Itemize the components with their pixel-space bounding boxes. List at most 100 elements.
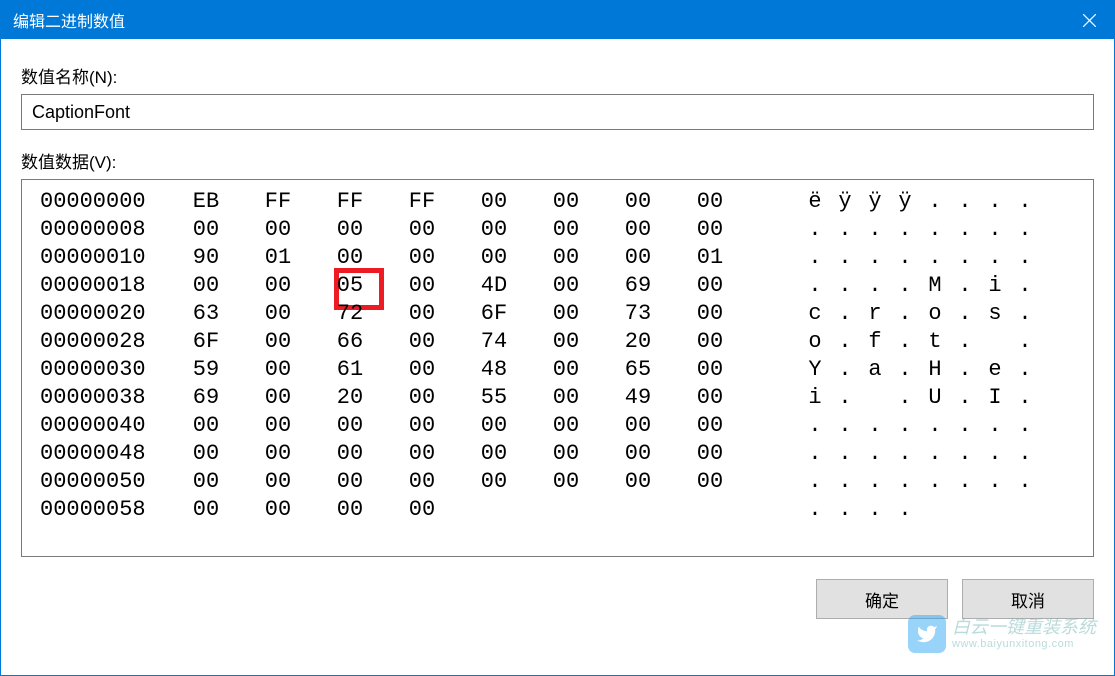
hex-byte[interactable]: 00 — [530, 244, 602, 272]
hex-byte[interactable]: 00 — [386, 356, 458, 384]
hex-byte[interactable]: 00 — [530, 216, 602, 244]
hex-byte[interactable]: 00 — [674, 468, 746, 496]
hex-byte[interactable]: 00 — [602, 468, 674, 496]
hex-byte[interactable]: 00 — [458, 468, 530, 496]
hex-byte[interactable]: 00 — [602, 412, 674, 440]
hex-byte[interactable]: 00 — [458, 440, 530, 468]
ok-button[interactable]: 确定 — [816, 579, 948, 619]
hex-byte[interactable]: 59 — [170, 356, 242, 384]
hex-byte[interactable]: 90 — [170, 244, 242, 272]
cancel-button[interactable]: 取消 — [962, 579, 1094, 619]
hex-byte[interactable]: 00 — [386, 384, 458, 412]
hex-byte[interactable]: 00 — [242, 412, 314, 440]
hex-byte[interactable]: 00 — [386, 496, 458, 524]
hex-byte[interactable]: 00 — [314, 412, 386, 440]
hex-byte[interactable]: 00 — [530, 440, 602, 468]
hex-byte[interactable]: 00 — [674, 188, 746, 216]
hex-byte[interactable]: 00 — [602, 216, 674, 244]
hex-byte[interactable]: 00 — [386, 216, 458, 244]
hex-byte[interactable]: 00 — [674, 384, 746, 412]
hex-byte[interactable]: 00 — [530, 300, 602, 328]
hex-byte[interactable]: 00 — [314, 496, 386, 524]
hex-byte[interactable]: 00 — [386, 272, 458, 300]
hex-byte[interactable]: 00 — [530, 468, 602, 496]
hex-byte[interactable]: 00 — [530, 412, 602, 440]
hex-byte[interactable]: 00 — [314, 244, 386, 272]
hex-byte[interactable]: 00 — [386, 412, 458, 440]
hex-byte[interactable]: 00 — [242, 468, 314, 496]
hex-byte[interactable]: 55 — [458, 384, 530, 412]
hex-byte[interactable]: FF — [242, 188, 314, 216]
hex-byte[interactable]: 00 — [674, 328, 746, 356]
hex-byte[interactable]: 00 — [314, 440, 386, 468]
hex-byte[interactable]: 00 — [674, 216, 746, 244]
hex-byte[interactable]: 00 — [530, 384, 602, 412]
hex-byte[interactable]: 00 — [602, 188, 674, 216]
hex-editor[interactable]: 00000000EBFFFFFF00000000ëÿÿÿ....00000008… — [21, 179, 1094, 557]
hex-byte[interactable]: 00 — [170, 440, 242, 468]
hex-byte[interactable]: 00 — [170, 272, 242, 300]
hex-byte[interactable]: 00 — [602, 244, 674, 272]
hex-byte[interactable]: 63 — [170, 300, 242, 328]
hex-byte[interactable]: 00 — [458, 244, 530, 272]
value-name-input[interactable]: CaptionFont — [21, 94, 1094, 130]
hex-byte[interactable]: 00 — [170, 216, 242, 244]
hex-byte[interactable]: 00 — [242, 216, 314, 244]
hex-byte[interactable]: 20 — [602, 328, 674, 356]
hex-byte[interactable]: 00 — [170, 468, 242, 496]
hex-byte[interactable]: 00 — [458, 188, 530, 216]
hex-byte[interactable]: 00 — [674, 356, 746, 384]
dialog-window: 编辑二进制数值 数值名称(N): CaptionFont 数值数据(V): 00… — [0, 0, 1115, 676]
hex-byte[interactable]: 6F — [170, 328, 242, 356]
hex-byte[interactable]: 00 — [674, 412, 746, 440]
hex-byte[interactable]: FF — [314, 188, 386, 216]
hex-byte[interactable]: 49 — [602, 384, 674, 412]
hex-byte[interactable]: 00 — [242, 384, 314, 412]
hex-byte[interactable]: 20 — [314, 384, 386, 412]
hex-byte[interactable]: 00 — [242, 300, 314, 328]
hex-byte[interactable]: 00 — [530, 188, 602, 216]
hex-byte[interactable]: 00 — [314, 216, 386, 244]
hex-byte[interactable]: 00 — [530, 328, 602, 356]
hex-byte[interactable]: 00 — [242, 328, 314, 356]
hex-byte[interactable]: 4D — [458, 272, 530, 300]
hex-byte[interactable]: 01 — [674, 244, 746, 272]
hex-byte[interactable]: 00 — [530, 272, 602, 300]
hex-byte[interactable]: 00 — [674, 272, 746, 300]
hex-byte[interactable]: 05 — [314, 272, 386, 300]
hex-byte[interactable]: 00 — [314, 468, 386, 496]
hex-byte[interactable]: 61 — [314, 356, 386, 384]
close-button[interactable] — [1064, 1, 1114, 39]
hex-byte[interactable]: 6F — [458, 300, 530, 328]
hex-byte[interactable]: 74 — [458, 328, 530, 356]
hex-byte[interactable]: 00 — [242, 356, 314, 384]
hex-byte[interactable]: EB — [170, 188, 242, 216]
hex-byte[interactable]: 48 — [458, 356, 530, 384]
hex-byte[interactable]: 00 — [458, 412, 530, 440]
hex-byte[interactable]: 00 — [674, 440, 746, 468]
hex-byte[interactable]: 00 — [602, 440, 674, 468]
hex-byte[interactable]: 65 — [602, 356, 674, 384]
hex-ascii-char: . — [950, 300, 980, 328]
hex-byte[interactable]: 00 — [242, 440, 314, 468]
hex-byte[interactable]: 72 — [314, 300, 386, 328]
hex-byte[interactable]: 01 — [242, 244, 314, 272]
hex-byte[interactable]: 69 — [170, 384, 242, 412]
hex-byte[interactable]: FF — [386, 188, 458, 216]
hex-byte[interactable]: 00 — [170, 496, 242, 524]
hex-byte[interactable]: 00 — [242, 496, 314, 524]
hex-byte[interactable]: 73 — [602, 300, 674, 328]
hex-byte[interactable]: 00 — [386, 244, 458, 272]
hex-byte[interactable]: 00 — [386, 468, 458, 496]
hex-byte[interactable]: 00 — [386, 328, 458, 356]
hex-byte[interactable]: 66 — [314, 328, 386, 356]
hex-bytes: 6900200055004900 — [170, 384, 770, 412]
hex-byte[interactable]: 00 — [386, 300, 458, 328]
hex-byte[interactable]: 00 — [458, 216, 530, 244]
hex-byte[interactable]: 00 — [530, 356, 602, 384]
hex-byte[interactable]: 00 — [242, 272, 314, 300]
hex-byte[interactable]: 00 — [386, 440, 458, 468]
hex-byte[interactable]: 00 — [170, 412, 242, 440]
hex-byte[interactable]: 69 — [602, 272, 674, 300]
hex-byte[interactable]: 00 — [674, 300, 746, 328]
